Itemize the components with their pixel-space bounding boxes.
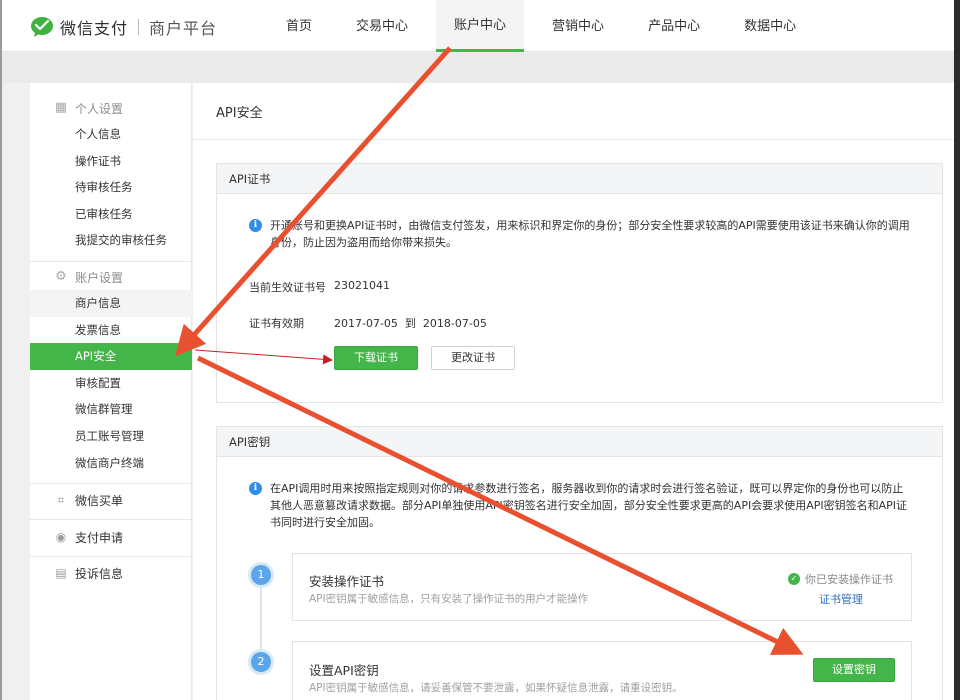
brand-subtitle: 商户平台 [149,19,218,38]
sidebar-item-label: 微信买单 [75,493,124,508]
page-title: API安全 [216,106,263,121]
step-title: 设置API密钥 [309,663,379,678]
sidebar-item-invoice-info[interactable]: 发票信息 [30,317,192,344]
brand-logo[interactable]: 微信支付 商户平台 [30,15,217,39]
sidebar-item-reviewed-tasks[interactable]: 已审核任务 [30,201,192,228]
grid-icon: ▦ [54,100,68,115]
cert-valid-value: 2017-07-05 到 2018-07-05 [334,317,487,330]
message-icon: ▤ [55,566,67,580]
sidebar-group-header: ▦ 个人设置 [30,95,192,121]
key-info: i 在API调用时用来按照指定规则对你的请求参数进行签名，服务器收到你的请求时会… [249,480,910,531]
nav-account-center[interactable]: 账户中心 [436,0,525,52]
sidebar-group-personal: ▦ 个人设置 个人信息 操作证书 待审核任务 已审核任务 我提交的审核任务 [30,95,192,254]
gear-icon: ⚙ [55,269,67,284]
check-circle-icon: ✓ [788,573,800,585]
cert-valid-row: 证书有效期 2017-07-05 到 2018-07-05 [249,315,487,331]
sidebar-group-title: 账户设置 [75,270,124,285]
cert-info: i 开通账号和更换API证书时，由微信支付签发，用来标识和界定你的身份；部分安全… [249,217,910,251]
step-desc: API密钥属于敏感信息，只有安装了操作证书的用户才能操作 [309,593,589,605]
api-cert-panel: API证书 i 开通账号和更换API证书时，由微信支付签发，用来标识和界定你的身… [216,163,943,403]
sidebar-item-merchant-info[interactable]: 商户信息 [30,290,192,317]
panel-header: API证书 [217,164,942,194]
sidebar-item-merchant-terminal[interactable]: 微信商户终端 [30,450,192,477]
cert-serial-value: 23021041 [334,279,390,292]
nav-data-center[interactable]: 数据中心 [728,0,812,52]
sidebar-item-pending-tasks[interactable]: 待审核任务 [30,174,192,201]
step-desc: API密钥属于敏感信息，请妥善保管不要泄露，如果怀疑信息泄露，请重设密钥。 [309,682,683,694]
sidebar-item-operation-cert[interactable]: 操作证书 [30,148,192,175]
top-navbar: 微信支付 商户平台 首页 交易中心 账户中心 营销中心 产品中心 数据中心 [2,0,954,52]
nav-home[interactable]: 首页 [270,0,328,52]
title-divider [193,139,954,140]
cert-serial-row: 当前生效证书号 23021041 [249,279,390,295]
cert-installed-status: ✓ 你已安装操作证书 [788,571,893,587]
sidebar-item-wechat-checkout[interactable]: ⌗ 微信买单 [30,487,192,513]
set-api-key-button[interactable]: 设置密钥 [813,658,895,682]
sidebar-item-my-submitted-tasks[interactable]: 我提交的审核任务 [30,227,192,254]
sidebar-group-title: 个人设置 [75,101,124,116]
status-text: 你已安装操作证书 [805,573,893,586]
main-nav: 首页 交易中心 账户中心 营销中心 产品中心 数据中心 [270,0,824,52]
sidebar-divider [30,483,192,484]
change-cert-button[interactable]: 更改证书 [431,346,515,370]
sidebar-item-api-security[interactable]: API安全 [30,343,192,370]
cert-serial-label: 当前生效证书号 [249,281,326,294]
sidebar-item-complaints[interactable]: ▤ 投诉信息 [30,560,192,586]
sidebar-item-label: 投诉信息 [75,566,124,581]
wechat-pay-logo-icon [31,17,53,37]
pay-icon: ◉ [55,530,67,544]
step-number: 1 [251,565,271,585]
sidebar: ▦ 个人设置 个人信息 操作证书 待审核任务 已审核任务 我提交的审核任务 ⚙ … [30,83,192,700]
step-title: 安装操作证书 [309,574,385,589]
main-content: API安全 API证书 i 开通账号和更换API证书时，由微信支付签发，用来标识… [193,83,954,700]
panel-header: API密钥 [217,427,942,457]
sidebar-item-payment-apply[interactable]: ◉ 支付申请 [30,524,192,550]
sidebar-group-account: ⚙ 账户设置 商户信息 发票信息 API安全 审核配置 微信群管理 员工账号管理… [30,264,192,476]
sidebar-item-personal-info[interactable]: 个人信息 [30,121,192,148]
step-set-api-key: 设置API密钥 API密钥属于敏感信息，请妥善保管不要泄露，如果怀疑信息泄露，请… [292,641,912,700]
sidebar-divider [30,261,192,262]
cert-manage-link[interactable]: 证书管理 [819,591,863,607]
sidebar-item-label: 支付申请 [75,530,124,545]
nav-product-center[interactable]: 产品中心 [632,0,716,52]
api-key-panel: API密钥 i 在API调用时用来按照指定规则对你的请求参数进行签名，服务器收到… [216,426,943,700]
info-icon: i [249,219,262,232]
cert-valid-label: 证书有效期 [249,317,304,330]
sidebar-item-wechat-group-mgmt[interactable]: 微信群管理 [30,396,192,423]
info-icon: i [249,482,262,495]
sidebar-divider [30,519,192,520]
brand-name: 微信支付 [60,19,129,38]
brand-divider [138,19,140,35]
key-info-text: 在API调用时用来按照指定规则对你的请求参数进行签名，服务器收到你的请求时会进行… [270,482,908,529]
sidebar-item-review-config[interactable]: 审核配置 [30,370,192,397]
sidebar-item-staff-account-mgmt[interactable]: 员工账号管理 [30,423,192,450]
sidebar-divider [30,556,192,557]
nav-marketing-center[interactable]: 营销中心 [536,0,620,52]
header-band [2,53,954,83]
cert-info-text: 开通账号和更换API证书时，由微信支付签发，用来标识和界定你的身份；部分安全性要… [270,219,910,249]
download-cert-button[interactable]: 下载证书 [334,346,418,370]
step-install-cert: 安装操作证书 API密钥属于敏感信息，只有安装了操作证书的用户才能操作 ✓ 你已… [292,553,912,621]
sidebar-group-header: ⚙ 账户设置 [30,264,192,290]
nav-trade-center[interactable]: 交易中心 [340,0,424,52]
step-number: 2 [251,652,271,672]
scan-icon: ⌗ [57,493,65,507]
